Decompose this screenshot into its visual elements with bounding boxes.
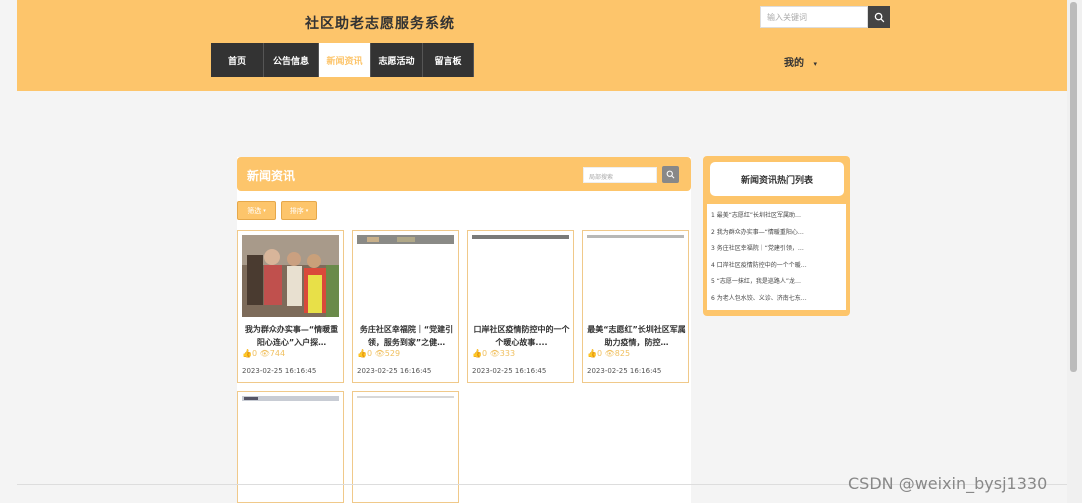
news-card-image	[587, 235, 684, 317]
nav-news[interactable]: 新闻资讯	[319, 43, 371, 77]
chevron-down-icon: ▾	[305, 207, 309, 214]
hot-news-item[interactable]: 3 务庄社区幸福院｜“党建引领，…	[711, 241, 842, 258]
my-account-label: 我的	[784, 58, 804, 69]
main-nav: 首页 公告信息 新闻资讯 志愿活动 留言板	[211, 43, 474, 77]
news-card-date: 2023-02-25 16:16:45	[587, 367, 662, 375]
like-count: 0	[251, 349, 258, 358]
thumbs-up-icon: 👍	[357, 349, 367, 358]
hot-news-item[interactable]: 4 口岸社区疫情防控中的一个个暖…	[711, 258, 842, 275]
search-icon	[874, 12, 884, 22]
news-card[interactable]	[237, 391, 344, 503]
view-count: 333	[499, 349, 516, 358]
news-card-image	[242, 396, 339, 478]
thumbs-up-icon: 👍	[587, 349, 597, 358]
like-count: 0	[481, 349, 488, 358]
news-card[interactable]: 我为群众办实事—“情暖重阳心连心”入户探… 👍0 👁744 2023-02-25…	[237, 230, 344, 383]
news-card-date: 2023-02-25 16:16:45	[472, 367, 547, 375]
view-count: 744	[269, 349, 286, 358]
news-panel: 新闻资讯 局部搜索 筛选 ▾ 排序 ▾ 我为群众办实事—“情暖重阳心连心”入户探…	[237, 157, 691, 503]
sort-button[interactable]: 排序 ▾	[281, 201, 317, 220]
like-count: 0	[366, 349, 373, 358]
like-count: 0	[596, 349, 603, 358]
news-card-title: 我为群众办实事—“情暖重阳心连心”入户探…	[244, 325, 339, 347]
hot-news-item[interactable]: 2 我为群众办实事—“情暖重阳心…	[711, 225, 842, 242]
eye-icon: 👁	[374, 349, 385, 358]
news-card-date: 2023-02-25 16:16:45	[242, 367, 317, 375]
eye-icon: 👁	[604, 349, 615, 358]
search-input[interactable]: 输入关键词	[760, 6, 868, 28]
news-card-title: 最美“志愿红”长圳社区军属助力疫情，防控…	[587, 325, 686, 347]
news-card-stats: 👍0 👁529	[357, 349, 400, 358]
news-card-image	[357, 396, 454, 478]
eye-icon: 👁	[259, 349, 270, 358]
news-card-image	[472, 235, 569, 317]
hot-news-item[interactable]: 5 “志愿一抹红，我是巡路人”龙…	[711, 274, 842, 291]
nav-volunteer-activities[interactable]: 志愿活动	[371, 43, 423, 77]
chevron-down-icon: ▾	[263, 207, 266, 214]
thumbs-up-icon: 👍	[472, 349, 482, 358]
page-scrollbar[interactable]	[1067, 0, 1082, 503]
nav-home[interactable]: 首页	[211, 43, 264, 77]
hot-news-title: 新闻资讯热门列表	[710, 162, 844, 196]
view-count: 529	[384, 349, 401, 358]
news-card-stats: 👍0 👁333	[472, 349, 515, 358]
chevron-down-icon: ▾	[813, 60, 817, 68]
local-search-button[interactable]	[662, 166, 679, 183]
nav-message-board[interactable]: 留言板	[423, 43, 474, 77]
news-card-stats: 👍0 👁825	[587, 349, 630, 358]
news-card[interactable]	[352, 391, 459, 503]
search-button[interactable]	[868, 6, 890, 28]
sort-label: 排序	[289, 206, 304, 215]
hot-news-list: 1 最美“志愿红”长圳社区军属助… 2 我为群众办实事—“情暖重阳心… 3 务庄…	[707, 204, 846, 310]
search-icon	[666, 170, 675, 179]
view-count: 825	[614, 349, 631, 358]
news-card[interactable]: 务庄社区幸福院｜“党建引领，服务到家”之健… 👍0 👁529 2023-02-2…	[352, 230, 459, 383]
filter-label: 筛选	[247, 206, 262, 215]
thumbs-up-icon: 👍	[242, 349, 252, 358]
news-card-title: 务庄社区幸福院｜“党建引领，服务到家”之健…	[359, 325, 454, 347]
news-header-bar: 新闻资讯 局部搜索	[237, 157, 691, 191]
hot-news-sidebar: 新闻资讯热门列表 1 最美“志愿红”长圳社区军属助… 2 我为群众办实事—“情暖…	[703, 156, 850, 316]
news-card-title: 口岸社区疫情防控中的一个个暖心故事....	[473, 325, 570, 347]
news-card-date: 2023-02-25 16:16:45	[357, 367, 432, 375]
nav-announcements[interactable]: 公告信息	[264, 43, 319, 77]
news-title: 新闻资讯	[247, 169, 296, 183]
news-card[interactable]: 口岸社区疫情防控中的一个个暖心故事.... 👍0 👁333 2023-02-25…	[467, 230, 574, 383]
eye-icon: 👁	[489, 349, 500, 358]
local-search-input[interactable]: 局部搜索	[583, 167, 657, 183]
watermark: CSDN @weixin_bysj1330	[848, 474, 1048, 493]
news-card-image	[357, 235, 454, 317]
site-title: 社区助老志愿服务系统	[305, 16, 455, 32]
top-header	[17, 0, 1067, 91]
my-account-menu[interactable]: 我的 ▾	[784, 54, 817, 69]
scrollbar-thumb[interactable]	[1070, 2, 1077, 372]
news-card-image	[242, 235, 339, 317]
hot-news-item[interactable]: 6 为老人包水饺、义诊、济南七东…	[711, 291, 842, 308]
news-card-stats: 👍0 👁744	[242, 349, 285, 358]
filter-button[interactable]: 筛选 ▾	[237, 201, 276, 220]
hot-news-item[interactable]: 1 最美“志愿红”长圳社区军属助…	[711, 208, 842, 225]
news-card[interactable]: 最美“志愿红”长圳社区军属助力疫情，防控… 👍0 👁825 2023-02-25…	[582, 230, 689, 383]
